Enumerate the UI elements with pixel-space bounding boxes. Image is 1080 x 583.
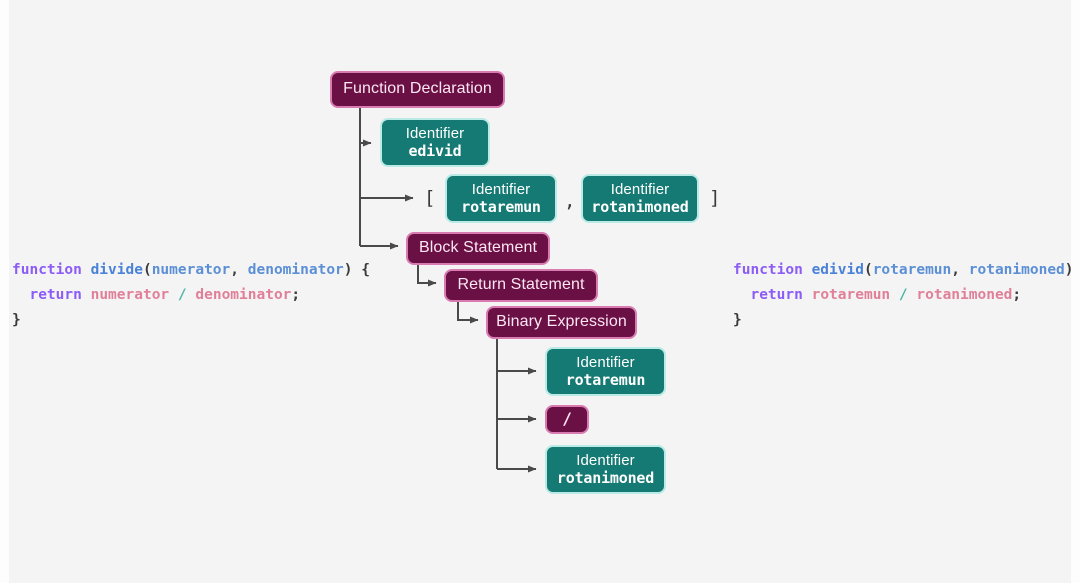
node-value-label: rotaremun xyxy=(565,370,646,389)
node-return-statement[interactable]: Return Statement xyxy=(444,269,598,302)
node-kind-label: Identifier xyxy=(471,180,531,198)
node-label: Return Statement xyxy=(457,276,585,294)
param-1: numerator xyxy=(151,262,231,278)
node-label: Function Declaration xyxy=(343,80,492,98)
operand-right: rotanimoned xyxy=(916,287,1013,303)
param-2: rotanimoned xyxy=(968,262,1065,278)
node-identifier-binary-left[interactable]: Identifier rotaremun xyxy=(545,347,666,396)
node-function-declaration[interactable]: Function Declaration xyxy=(330,71,505,108)
open-brace: { xyxy=(1074,262,1080,278)
code-line: function divide(numerator, denominator) … xyxy=(12,262,370,278)
code-line: return numerator / denominator; xyxy=(12,287,300,303)
code-panel-original: function divide(numerator, denominator) … xyxy=(12,258,370,333)
semicolon: ; xyxy=(1012,287,1022,303)
node-value-label: edivid xyxy=(408,141,462,160)
node-kind-label: Identifier xyxy=(576,353,635,371)
code-line: } xyxy=(12,312,21,328)
keyword-return: return xyxy=(750,287,803,303)
node-value-label: rotanimoned xyxy=(556,468,655,487)
close-brace: } xyxy=(12,312,21,328)
left-edge-strip xyxy=(0,0,9,583)
node-block-statement[interactable]: Block Statement xyxy=(406,232,550,265)
close-brace: } xyxy=(733,312,742,328)
close-paren: ) xyxy=(1064,262,1074,278)
node-label: Binary Expression xyxy=(496,313,627,331)
code-line: function edivid(rotaremun, rotanimoned) … xyxy=(733,262,1080,278)
node-kind-label: Identifier xyxy=(576,451,635,469)
param-close-bracket: ] xyxy=(709,187,721,209)
operator: / xyxy=(898,287,908,303)
node-identifier-function-name[interactable]: Identifier edivid xyxy=(380,118,490,167)
node-binary-operator[interactable]: / xyxy=(545,405,589,434)
code-panel-reversed: function edivid(rotaremun, rotanimoned) … xyxy=(733,258,1080,333)
ast-diagram-canvas: Function Declaration Identifier edivid [… xyxy=(0,0,1080,583)
comma: , xyxy=(951,262,969,278)
close-paren: ) xyxy=(343,262,353,278)
keyword-function: function xyxy=(12,262,82,278)
param-separator-comma: , xyxy=(564,190,576,212)
node-value-label: rotaremun xyxy=(461,197,541,216)
code-line: return rotaremun / rotanimoned; xyxy=(733,287,1021,303)
open-brace: { xyxy=(352,262,370,278)
node-kind-label: Identifier xyxy=(405,124,465,142)
node-kind-label: Identifier xyxy=(610,180,670,198)
operator: / xyxy=(177,287,187,303)
semicolon: ; xyxy=(291,287,301,303)
param-2: denominator xyxy=(247,262,344,278)
node-identifier-param-1[interactable]: Identifier rotaremun xyxy=(445,174,557,223)
function-name: edivid xyxy=(811,262,864,278)
open-paren: ( xyxy=(863,262,873,278)
keyword-function: function xyxy=(733,262,803,278)
node-value-label: rotanimoned xyxy=(591,197,689,216)
operand-left: numerator xyxy=(90,287,170,303)
param-open-bracket: [ xyxy=(424,187,436,209)
operand-left: rotaremun xyxy=(811,287,891,303)
node-identifier-binary-right[interactable]: Identifier rotanimoned xyxy=(545,445,666,494)
param-1: rotaremun xyxy=(872,262,952,278)
node-value-label: / xyxy=(562,409,572,429)
operand-right: denominator xyxy=(195,287,292,303)
comma: , xyxy=(230,262,248,278)
keyword-return: return xyxy=(29,287,82,303)
function-name: divide xyxy=(90,262,143,278)
node-binary-expression[interactable]: Binary Expression xyxy=(486,306,637,339)
node-identifier-param-2[interactable]: Identifier rotanimoned xyxy=(581,174,699,223)
code-line: } xyxy=(733,312,742,328)
open-paren: ( xyxy=(142,262,152,278)
node-label: Block Statement xyxy=(419,239,537,257)
